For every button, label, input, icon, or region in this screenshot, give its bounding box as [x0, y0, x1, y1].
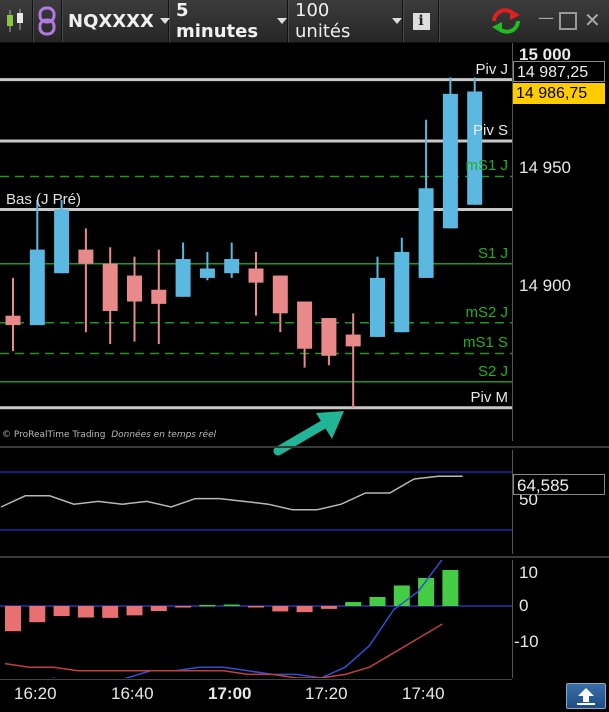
histogram-bar [77, 606, 94, 618]
chart-type-button[interactable] [0, 0, 33, 42]
candle-body [5, 315, 21, 326]
histogram-bar [272, 606, 289, 612]
histogram-bar [248, 606, 264, 608]
time-label: 17:00 [208, 684, 252, 703]
candle-body [151, 289, 167, 304]
time-label: 16:20 [14, 684, 57, 703]
chevron-down-icon [392, 18, 402, 24]
pivot-level-label: mS1 J [465, 157, 508, 175]
candle-body [394, 251, 410, 333]
info-button[interactable]: i [404, 0, 439, 42]
pivot-level-label: Piv M [470, 388, 509, 406]
candle-body [345, 334, 361, 347]
price-tick: 14 900 [519, 276, 571, 295]
histogram-bar [175, 606, 192, 608]
histogram-bar [369, 597, 386, 606]
prev-day-low-label: Bas (J Pré) [6, 191, 82, 208]
time-label: 17:40 [402, 684, 445, 703]
link-button[interactable] [33, 0, 62, 42]
candle-body [467, 91, 483, 205]
histogram-bar [223, 604, 240, 607]
candle-body [102, 263, 118, 311]
pivot-level-label: Piv S [472, 122, 508, 140]
candle-body [127, 275, 142, 302]
candle-body [442, 93, 458, 229]
interval-label: 5 minutes [176, 0, 259, 42]
histogram-bar [126, 606, 143, 616]
panel-divider[interactable] [0, 556, 609, 558]
signal-line-blue [51, 560, 443, 678]
histogram-bar [5, 606, 21, 632]
pivot-level-label: S2 J [477, 362, 508, 380]
histogram-tick: 0 [519, 596, 529, 615]
histogram-bar [102, 606, 119, 618]
maximize-button[interactable] [559, 12, 577, 30]
close-icon: ✕ [584, 8, 601, 32]
minimize-button[interactable]: — [538, 8, 554, 27]
candle-body [297, 301, 313, 349]
histogram-chart[interactable] [0, 560, 512, 678]
oscillator-value-badge: 64,585 [513, 474, 605, 495]
candle-body [321, 318, 337, 356]
last-price-badge: 14 987,25 [513, 61, 605, 82]
candle-body [370, 277, 385, 337]
chain-link-icon [38, 6, 56, 36]
arrow-up-icon [577, 688, 595, 705]
refresh-button[interactable] [490, 7, 522, 39]
candle-body [272, 275, 288, 314]
pivot-level-label: mS2 J [465, 303, 508, 321]
candle-body [248, 268, 264, 283]
histogram-bar [320, 606, 337, 609]
time-label: 17:20 [305, 684, 348, 703]
current-price-badge: 14 986,75 [513, 83, 605, 104]
pivot-level-label: Piv J [475, 60, 508, 78]
pivot-level-label: S1 J [477, 244, 508, 262]
candle-body [224, 259, 240, 274]
oscillator-chart[interactable] [0, 450, 512, 554]
symbol-selector[interactable]: NQXXXX [62, 0, 170, 42]
histogram-bar [345, 602, 362, 606]
candlestick-icon [7, 9, 23, 32]
units-selector[interactable]: 100 unités [289, 0, 403, 42]
histogram-bar [296, 606, 313, 613]
interval-selector[interactable]: 5 minutes [170, 0, 288, 42]
histogram-tick: 10 [519, 563, 538, 582]
info-icon: i [412, 12, 430, 30]
chevron-down-icon [159, 18, 170, 24]
data-credit: © ProRealTime Trading Données en temps r… [2, 430, 217, 440]
histogram-bar [150, 606, 167, 612]
panel-divider[interactable] [0, 446, 609, 448]
candle-body [29, 249, 45, 326]
candle-body [78, 249, 94, 264]
histogram-bar [53, 606, 70, 617]
oscillator-line [0, 475, 463, 511]
units-label: 100 unités [295, 0, 351, 42]
symbol-label: NQXXXX [68, 10, 154, 32]
time-label: 16:40 [111, 684, 154, 703]
refresh-arrows-icon [492, 8, 520, 34]
candle-body [54, 209, 70, 274]
histogram-bar [29, 606, 46, 623]
toolbar: NQXXXX 5 minutes 100 unités i — ✕ [0, 0, 609, 43]
price-chart[interactable] [0, 43, 512, 443]
histogram-tick: -10 [514, 632, 539, 651]
histogram-bar [442, 570, 459, 606]
scroll-up-button[interactable] [566, 683, 606, 709]
chevron-down-icon [277, 18, 287, 24]
minimize-icon: — [538, 8, 554, 27]
candle-body [175, 259, 191, 297]
price-tick: 14 950 [519, 158, 571, 177]
candle-body [418, 188, 434, 278]
pivot-level-label: mS1 S [462, 334, 508, 352]
signal-line-red [4, 623, 443, 678]
close-button[interactable]: ✕ [584, 8, 601, 32]
histogram-bar [199, 604, 216, 607]
candle-body [199, 268, 215, 278]
